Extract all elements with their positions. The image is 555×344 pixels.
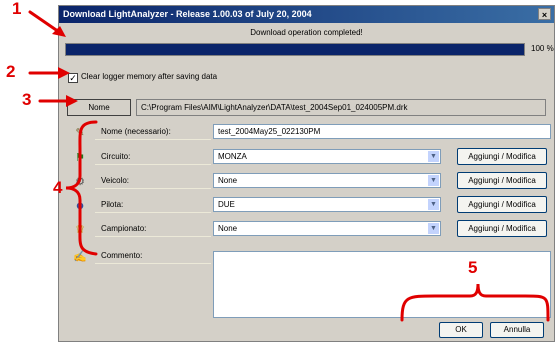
annotation-2: 2 xyxy=(6,62,16,81)
brace-5 xyxy=(400,283,550,322)
brace-4 xyxy=(65,120,98,256)
annotation-4: 4 xyxy=(53,178,63,197)
annotation-3: 3 xyxy=(22,90,32,109)
annotation-1: 1 xyxy=(12,0,22,18)
annotation-5: 5 xyxy=(468,258,478,277)
arrow-2-head xyxy=(58,67,70,79)
annotation-overlay xyxy=(28,10,550,322)
arrow-3-head xyxy=(66,95,78,107)
